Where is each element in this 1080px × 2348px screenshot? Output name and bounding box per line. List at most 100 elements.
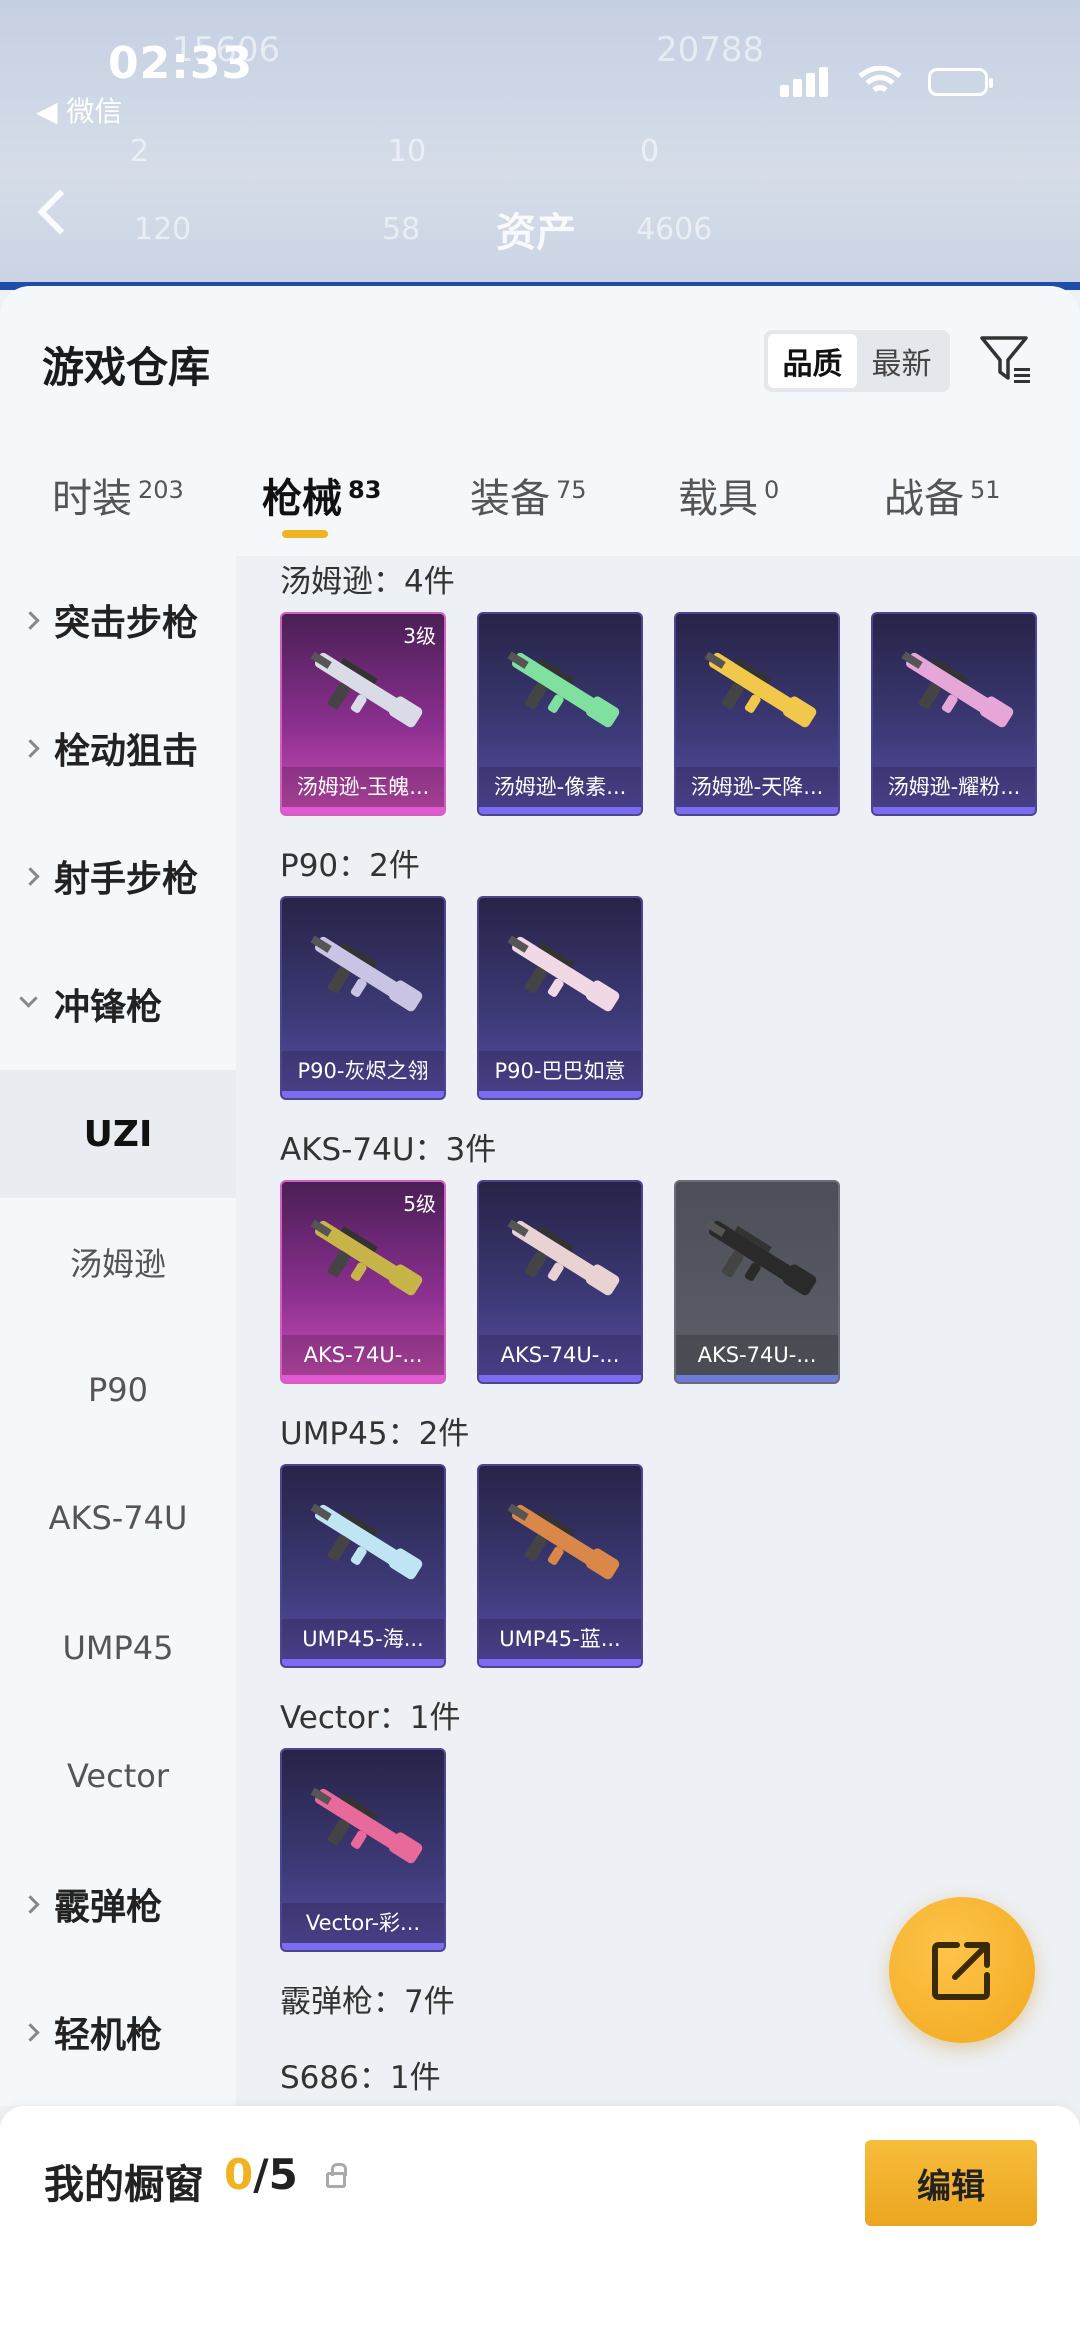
ghost-stat: 20788 <box>656 30 765 70</box>
weapon-skin-icon <box>507 1503 620 1580</box>
group-title: P90：2件 <box>280 848 420 884</box>
chevron-down-icon <box>19 989 38 1008</box>
weapon-sidebar: 突击步枪 栓动狙击 射手步枪 冲锋枪 UZI 汤姆逊 P90 AKS-74U U… <box>0 556 236 2106</box>
group-title: Vector：1件 <box>280 1700 461 1736</box>
weapon-name: AKS-74U-... <box>676 1335 838 1375</box>
active-tab-indicator <box>282 530 328 538</box>
level-badge: 3级 <box>403 624 436 648</box>
sort-toggle: 品质 最新 <box>764 330 950 392</box>
back-to-app-link[interactable]: ◀ 微信 <box>36 90 122 130</box>
filter-icon[interactable] <box>978 332 1034 388</box>
rarity-bar <box>282 1375 444 1382</box>
tab-fashion[interactable]: 时装 203 <box>52 466 184 524</box>
weapon-card[interactable]: AKS-74U-... <box>674 1180 840 1384</box>
background-header: 15606 20788 2 10 0 120 58 4606 资产 02:33 … <box>0 0 1080 290</box>
weapon-card[interactable]: Vector-彩... <box>280 1748 446 1952</box>
group-title: 霰弹枪：7件 <box>280 1984 455 2020</box>
sidebar-item-ump45[interactable]: UMP45 <box>0 1584 236 1712</box>
sidebar-item-lmg[interactable]: 轻机枪 <box>0 1968 236 2096</box>
group-title: S686：1件 <box>280 2060 441 2096</box>
weapon-skin-icon <box>310 1219 423 1296</box>
rarity-bar <box>676 1375 838 1382</box>
signal-icon <box>780 67 832 97</box>
showcase-total: /5 <box>253 2150 298 2199</box>
weapon-skin-icon <box>704 1219 817 1296</box>
tab-label: 载具 <box>678 476 758 522</box>
ghost-stat: 120 <box>134 212 192 247</box>
sidebar-item-uzi[interactable]: UZI <box>0 1070 236 1198</box>
weapon-skin-icon <box>310 1787 423 1864</box>
warehouse-panel: 游戏仓库 品质 最新 时装 203 枪械 83 装备 75 载具 0 战备 51 突击步枪… <box>0 286 1080 2106</box>
weapon-name: AKS-74U-... <box>479 1335 641 1375</box>
ghost-stat: 4606 <box>636 212 713 247</box>
share-button[interactable] <box>889 1897 1035 2043</box>
sidebar-item-assault-rifle[interactable]: 突击步枪 <box>0 556 236 684</box>
tab-label: 装备 <box>470 476 550 522</box>
chevron-right-icon <box>21 739 40 758</box>
sidebar-item-label: 轻机枪 <box>54 2015 163 2056</box>
sidebar-item-p90[interactable]: P90 <box>0 1326 236 1454</box>
weapon-skin-icon <box>901 651 1014 728</box>
weapon-skin-icon <box>310 935 423 1012</box>
weapon-card[interactable]: 5级 AKS-74U-... <box>280 1180 446 1384</box>
weapon-card[interactable]: UMP45-蓝... <box>477 1464 643 1668</box>
weapon-card[interactable]: 汤姆逊-天降... <box>674 612 840 816</box>
weapon-card[interactable]: UMP45-海... <box>280 1464 446 1668</box>
rarity-bar <box>479 807 641 814</box>
sidebar-item-smg[interactable]: 冲锋枪 <box>0 940 236 1068</box>
weapon-card[interactable]: 3级汤姆逊-玉魄... <box>280 612 446 816</box>
tab-count: 83 <box>348 476 382 504</box>
weapon-name: AKS-74U-... <box>282 1335 444 1375</box>
rarity-bar <box>282 807 444 814</box>
tab-count: 203 <box>138 476 184 504</box>
chevron-right-icon <box>21 1895 40 1914</box>
sidebar-item-marksman-rifle[interactable]: 射手步枪 <box>0 812 236 940</box>
weapon-card[interactable]: 汤姆逊-耀粉... <box>871 612 1037 816</box>
sidebar-item-shotgun[interactable]: 霰弹枪 <box>0 1840 236 1968</box>
weapon-card[interactable]: P90-巴巴如意 <box>477 896 643 1100</box>
chevron-right-icon <box>21 2023 40 2042</box>
rarity-bar <box>873 807 1035 814</box>
rarity-bar <box>479 1375 641 1382</box>
tab-label: 时装 <box>52 476 132 522</box>
weapon-skin-icon <box>507 935 620 1012</box>
share-icon <box>932 1942 990 2000</box>
sort-newest-option[interactable]: 最新 <box>857 334 946 388</box>
sidebar-item-aks74u[interactable]: AKS-74U <box>0 1454 236 1582</box>
rarity-bar <box>282 1659 444 1666</box>
weapon-card[interactable]: AKS-74U-... <box>477 1180 643 1384</box>
edit-button[interactable]: 编辑 <box>865 2140 1037 2226</box>
ghost-stat: 58 <box>382 212 421 247</box>
weapon-skin-icon <box>310 651 423 728</box>
chevron-right-icon <box>21 611 40 630</box>
wifi-icon <box>858 66 902 93</box>
weapon-name: 汤姆逊-玉魄... <box>282 767 444 807</box>
chevron-right-icon <box>21 867 40 886</box>
category-tabs: 时装 203 枪械 83 装备 75 载具 0 战备 51 <box>0 466 1080 556</box>
sidebar-item-label: 霰弹枪 <box>54 1887 163 1928</box>
weapon-name: 汤姆逊-像素... <box>479 767 641 807</box>
panel-title: 游戏仓库 <box>42 343 211 392</box>
sidebar-item-label: 射手步枪 <box>54 859 199 900</box>
tab-vehicles[interactable]: 载具 0 <box>678 466 779 524</box>
weapon-skin-icon <box>704 651 817 728</box>
weapon-name: 汤姆逊-耀粉... <box>873 767 1035 807</box>
tab-label: 枪械 <box>262 476 342 522</box>
sidebar-item-bolt-sniper[interactable]: 栓动狙击 <box>0 684 236 812</box>
weapon-list: 汤姆逊：4件 3级 汤姆逊-玉魄... 汤姆逊-像素... 汤姆逊-天降... 汤姆逊-耀… <box>236 556 1080 2106</box>
tab-supplies[interactable]: 战备 51 <box>884 466 1001 524</box>
weapon-card[interactable]: 汤姆逊-像素... <box>477 612 643 816</box>
showcase-bar: 我的橱窗 0/5 编辑 <box>0 2106 1080 2348</box>
sidebar-item-vector[interactable]: Vector <box>0 1712 236 1840</box>
weapon-card[interactable]: P90-灰烬之翎 <box>280 896 446 1100</box>
ghost-stat: 2 <box>130 134 150 169</box>
lock-icon <box>326 2163 347 2188</box>
group-title: AKS-74U：3件 <box>280 1132 497 1168</box>
tab-firearms[interactable]: 枪械 83 <box>262 466 381 524</box>
sort-quality-option[interactable]: 品质 <box>768 334 857 388</box>
sidebar-item-thompson[interactable]: 汤姆逊 <box>0 1198 236 1326</box>
back-arrow-icon[interactable] <box>37 189 83 235</box>
tab-equipment[interactable]: 装备 75 <box>470 466 587 524</box>
weapon-name: 汤姆逊-天降... <box>676 767 838 807</box>
showcase-current: 0 <box>224 2150 254 2199</box>
